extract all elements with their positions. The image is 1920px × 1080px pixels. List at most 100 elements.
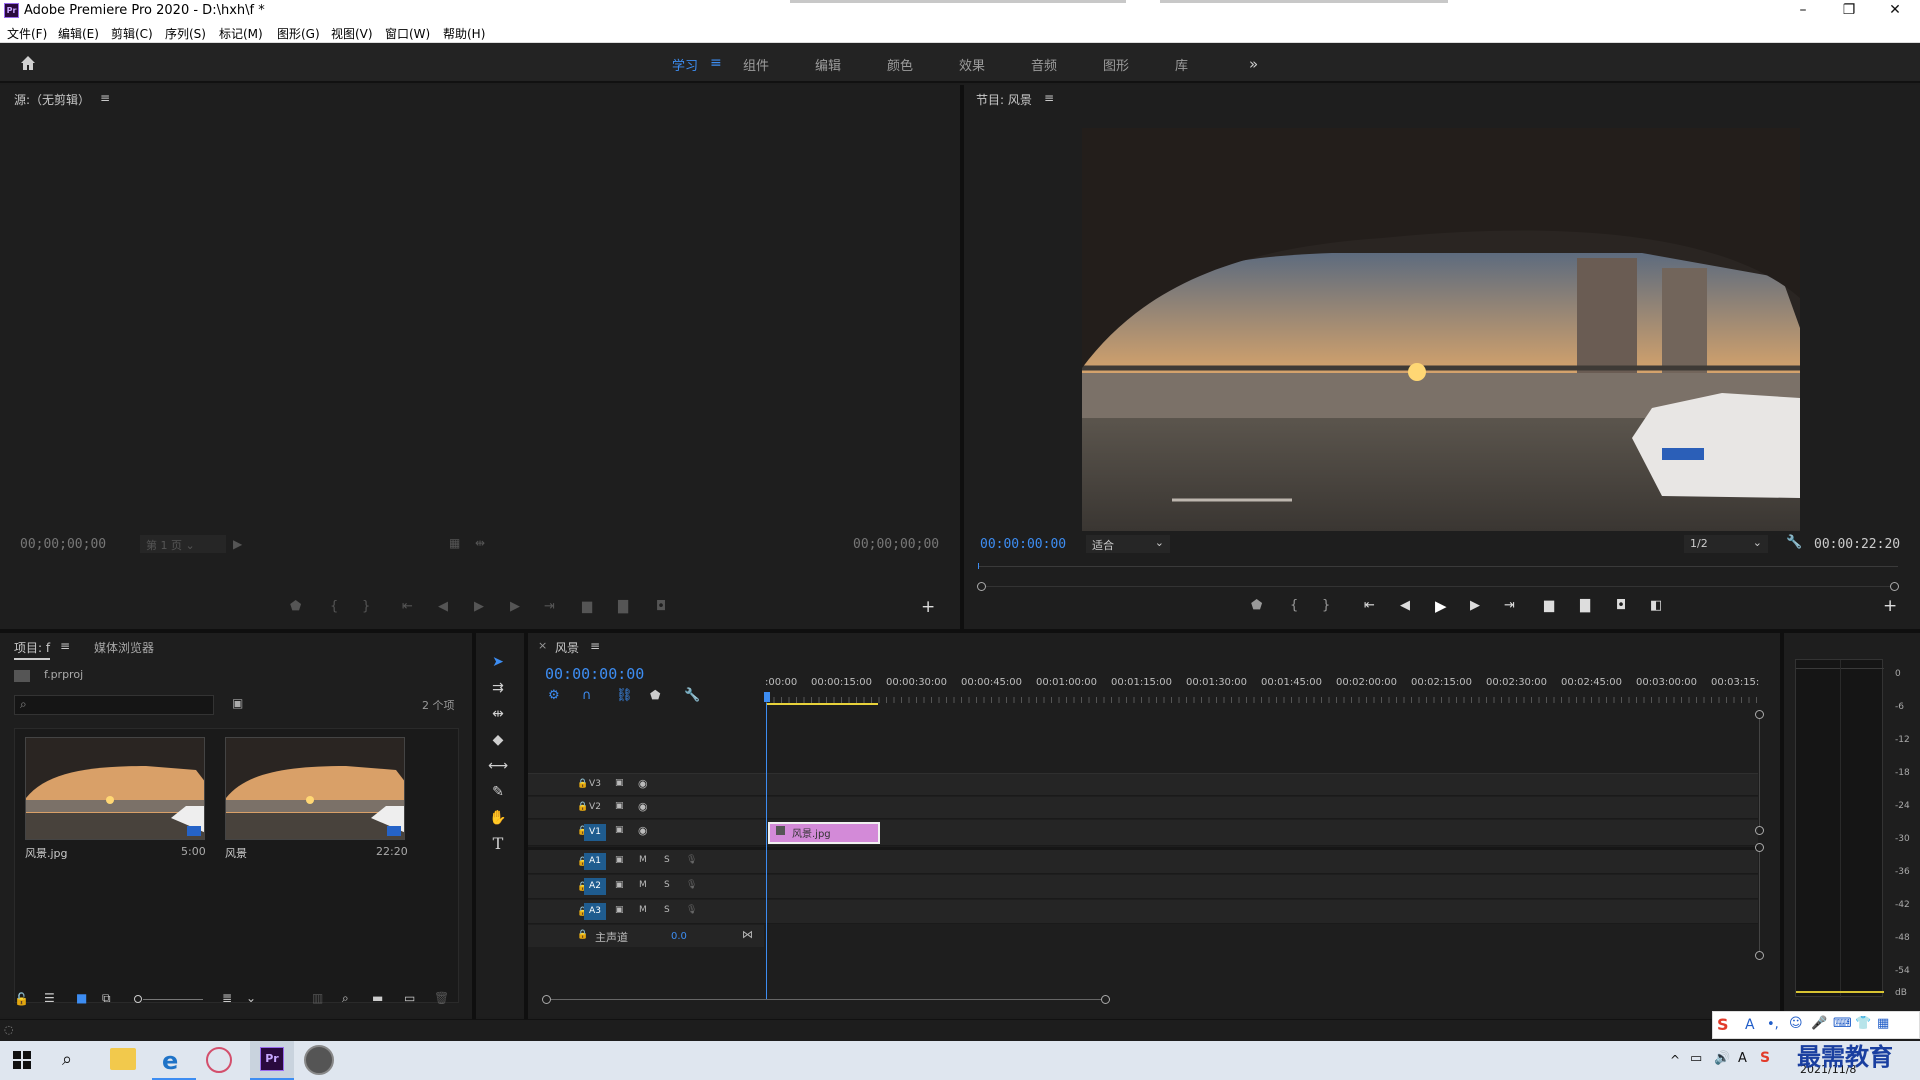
track-label-v1[interactable]: V1 — [584, 824, 606, 841]
step-forward-button[interactable]: ▶ — [1470, 598, 1480, 613]
program-scrubber[interactable] — [978, 566, 1898, 567]
trash-icon[interactable]: 🗑 — [434, 991, 449, 1005]
ime-lang-icon[interactable]: A — [1745, 1017, 1755, 1033]
v-scroll-bar[interactable] — [1759, 719, 1760, 827]
step-back-button[interactable]: ◀ — [438, 599, 448, 614]
add-button-icon[interactable]: + — [921, 597, 935, 617]
new-item-icon[interactable]: ▭ — [404, 991, 415, 1005]
play-button[interactable]: ▶ — [1435, 597, 1447, 615]
timeline-ruler[interactable]: :00:00 00:00:15:00 00:00:30:00 00:00:45:… — [528, 677, 1780, 693]
a-scroll-bar[interactable] — [1759, 852, 1760, 952]
track-a3[interactable] — [528, 900, 1758, 924]
sync-lock-icon[interactable]: ▣ — [615, 825, 624, 835]
mark-out-button[interactable]: } — [362, 599, 370, 614]
ws-audio[interactable]: 音频 — [1031, 55, 1057, 74]
sort-icon[interactable]: ≣ — [222, 991, 232, 1005]
insert-button[interactable]: ▆ — [582, 599, 592, 614]
comparison-view-button[interactable]: ◧ — [1650, 598, 1662, 613]
windows-start-icon[interactable] — [12, 1050, 32, 1070]
play-button[interactable]: ▶ — [474, 599, 484, 614]
program-video-frame[interactable] — [1082, 128, 1800, 531]
timeline-clip[interactable]: 风景.jpg — [768, 822, 880, 844]
track-label-v2[interactable]: V2 — [584, 799, 606, 816]
mute-button[interactable]: M — [639, 905, 647, 915]
ime-skin-icon[interactable]: 👕 — [1855, 1016, 1871, 1031]
find-icon[interactable]: ⌕ — [342, 991, 349, 1006]
menu-file[interactable]: 文件(F) — [7, 25, 47, 42]
premiere-taskbar-item[interactable]: Pr — [250, 1041, 294, 1080]
project-item-thumb[interactable] — [225, 737, 405, 840]
track-master[interactable] — [528, 925, 764, 947]
track-select-tool-icon[interactable]: ⇉ — [488, 678, 508, 698]
menu-marker[interactable]: 标记(M) — [219, 25, 263, 42]
add-marker-button[interactable]: ⬟ — [290, 599, 301, 614]
insert-icon[interactable]: ⇹ — [475, 536, 485, 550]
v-scroll-handle[interactable] — [1755, 826, 1764, 835]
media-app-icon[interactable] — [304, 1045, 334, 1075]
master-volume-value[interactable]: 0.0 — [671, 931, 687, 942]
track-label-a3[interactable]: A3 — [584, 903, 606, 920]
overwrite-button[interactable]: ▇ — [618, 599, 628, 614]
ws-effects[interactable]: 效果 — [959, 55, 985, 74]
home-icon[interactable] — [18, 53, 38, 73]
go-to-out-button[interactable]: ⇥ — [1504, 598, 1515, 613]
ime-tools-icon[interactable]: ▦ — [1877, 1016, 1889, 1031]
mute-button[interactable]: M — [639, 855, 647, 865]
menu-sequence[interactable]: 序列(S) — [165, 25, 206, 42]
track-label-a1[interactable]: A1 — [584, 853, 606, 870]
menu-graphics[interactable]: 图形(G) — [277, 25, 320, 42]
network-icon[interactable]: ▭ — [1690, 1051, 1702, 1066]
app-icon[interactable] — [206, 1047, 232, 1073]
fit-select[interactable]: 适合 ⌄ — [1086, 535, 1170, 553]
work-area-bar[interactable] — [766, 703, 878, 705]
menu-window[interactable]: 窗口(W) — [385, 25, 430, 42]
v-scroll-handle[interactable] — [1755, 710, 1764, 719]
step-back-button[interactable]: ◀ — [1400, 598, 1410, 613]
source-menu-icon[interactable]: ≡ — [100, 91, 110, 105]
program-menu-icon[interactable]: ≡ — [1044, 91, 1054, 105]
mic-icon[interactable]: 🎙 — [686, 880, 697, 890]
ime-a-icon[interactable]: A — [1738, 1051, 1747, 1066]
track-label-a2[interactable]: A2 — [584, 878, 606, 895]
freeform-view-icon[interactable]: ⧉ — [102, 991, 111, 1006]
track-v1[interactable] — [528, 820, 1758, 846]
mute-button[interactable]: M — [639, 880, 647, 890]
track-v2[interactable] — [528, 797, 1758, 819]
media-browser-tab[interactable]: 媒体浏览器 — [94, 639, 154, 656]
close-tab-icon[interactable]: × — [538, 639, 547, 652]
export-frame-button[interactable]: ◘ — [656, 599, 666, 614]
menu-help[interactable]: 帮助(H) — [443, 25, 485, 42]
source-title[interactable]: 源:（无剪辑） — [14, 91, 90, 108]
track-a2[interactable] — [528, 875, 1758, 899]
timeline-tab[interactable]: 风景 — [555, 639, 579, 656]
tray-chevron-icon[interactable]: ^ — [1670, 1053, 1680, 1067]
menu-edit[interactable]: 编辑(E) — [58, 25, 99, 42]
ime-punct-icon[interactable]: •, — [1767, 1017, 1779, 1032]
h-scroll-handle-left[interactable] — [542, 995, 551, 1004]
razor-tool-icon[interactable]: ◆ — [488, 730, 508, 750]
new-bin-icon[interactable]: ▬ — [372, 991, 383, 1005]
close-button[interactable]: ✕ — [1872, 0, 1918, 22]
zoom-slider[interactable] — [143, 999, 203, 1000]
menu-view[interactable]: 视图(V) — [331, 25, 373, 42]
track-label-v3[interactable]: V3 — [584, 776, 606, 793]
project-search-input[interactable] — [14, 695, 214, 715]
project-tab[interactable]: 项目: f — [14, 639, 51, 660]
ws-color[interactable]: 颜色 — [887, 55, 913, 74]
add-marker-button[interactable]: ⬟ — [1251, 598, 1262, 613]
h-scroll-handle-right[interactable] — [1101, 995, 1110, 1004]
resolution-select[interactable]: 1/2 ⌄ — [1684, 535, 1768, 553]
playhead-handle[interactable] — [764, 692, 770, 702]
lock-icon[interactable]: 🔓 — [14, 992, 29, 1006]
zoom-bar[interactable] — [986, 586, 1890, 587]
zoom-handle-right[interactable] — [1890, 582, 1899, 591]
sync-lock-icon[interactable]: ▣ — [615, 880, 624, 890]
ime-keyboard-icon[interactable]: ⌨ — [1833, 1016, 1852, 1031]
ime-toolbar[interactable]: S A •, ☺ 🎤 ⌨ 👕 ▦ — [1712, 1011, 1920, 1039]
sync-lock-icon[interactable]: ▣ — [615, 778, 624, 788]
ws-assembly[interactable]: 组件 — [743, 55, 769, 74]
menu-clip[interactable]: 剪辑(C) — [111, 25, 153, 42]
sync-lock-icon[interactable]: ▣ — [615, 855, 624, 865]
ripple-edit-tool-icon[interactable]: ⇹ — [488, 704, 508, 724]
search-icon[interactable]: ⌕ — [62, 1049, 72, 1070]
